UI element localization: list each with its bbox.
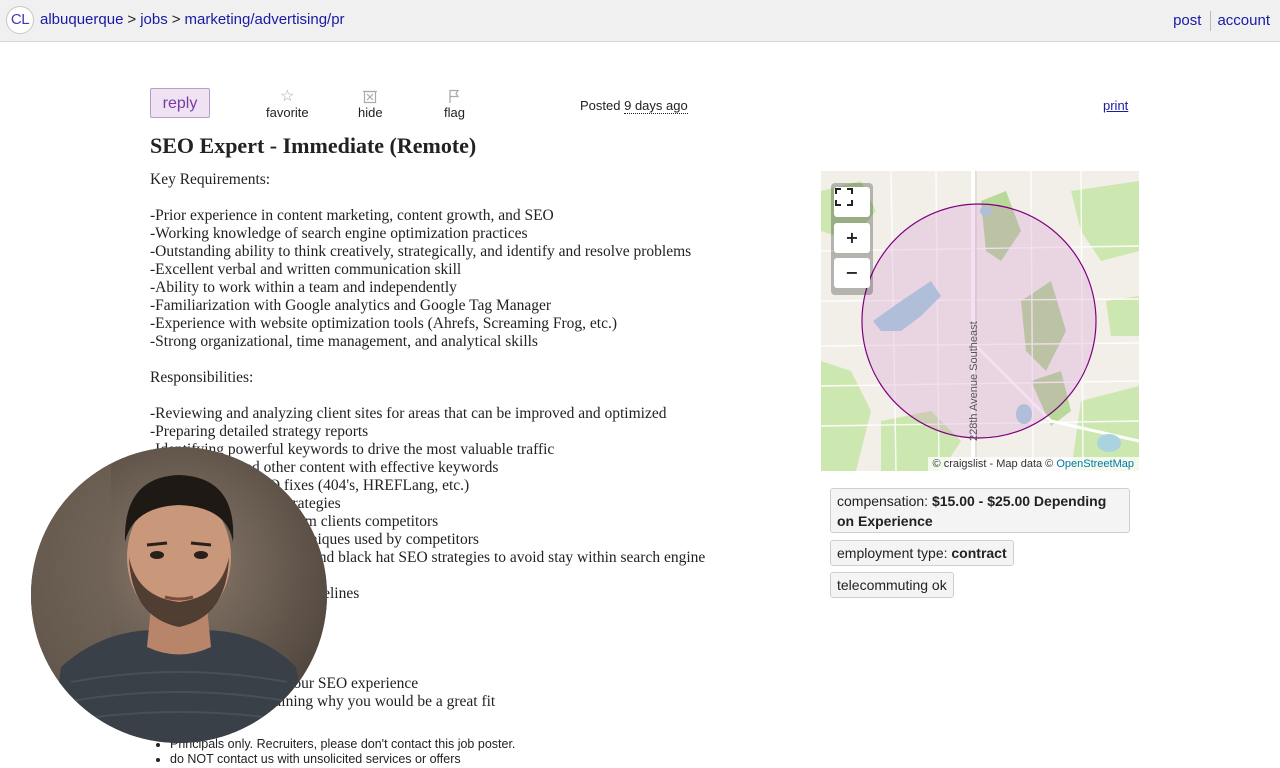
flag-label: flag	[444, 105, 465, 120]
compensation-value: $15.00 - $25.00 Depending	[931, 493, 1107, 509]
posting-title: SEO Expert - Immediate (Remote)	[150, 133, 477, 158]
employment-type-label: employment type:	[837, 545, 948, 561]
posting-body-line: -Identifying powerful keywords to drive …	[150, 441, 555, 458]
posted-date: Posted 9 days ago	[580, 98, 688, 114]
zoom-out-button[interactable]: −	[834, 258, 870, 288]
breadcrumb-separator: >	[171, 11, 181, 28]
craigslist-logo[interactable]: CL	[6, 6, 34, 34]
posting-body-line: -Ability to work within a team and indep…	[150, 279, 457, 296]
post-link[interactable]: post	[1173, 12, 1201, 29]
breadcrumb-category[interactable]: marketing/advertising/pr	[184, 11, 344, 28]
map-road-label: 228th Avenue Southeast	[968, 321, 980, 441]
breadcrumb-separator: >	[127, 11, 137, 28]
compensation-attribute: compensation: $15.00 - $25.00 Depending …	[830, 488, 1130, 533]
star-icon: ☆	[280, 88, 295, 105]
posting-body-line: -Working knowledge of search engine opti…	[150, 225, 528, 242]
posting-body-line: Responsibilities:	[150, 369, 254, 386]
posting-body-line: -Outstanding ability to think creatively…	[150, 243, 692, 260]
posting-body-line: -Preparing detailed strategy reports	[150, 423, 369, 440]
posting-notices: Principals only. Recruiters, please don'…	[150, 737, 515, 767]
telecommuting-attribute: telecommuting ok	[830, 572, 954, 598]
compensation-value-cont: on Experience	[837, 513, 933, 529]
breadcrumb-jobs[interactable]: jobs	[140, 11, 168, 28]
top-links: post account	[1173, 11, 1270, 31]
openstreetmap-link[interactable]: OpenStreetMap	[1056, 458, 1134, 470]
compensation-label: compensation:	[837, 493, 929, 509]
reply-button[interactable]: reply	[150, 88, 210, 118]
posting-body-line: Key Requirements:	[150, 171, 271, 188]
top-bar: CL albuquerque > jobs > marketing/advertisin…	[0, 0, 1280, 42]
hide-label: hide	[358, 105, 383, 120]
fullscreen-icon[interactable]	[834, 187, 870, 217]
hide-button[interactable]: hide	[358, 88, 383, 120]
map-controls: + −	[831, 183, 873, 295]
attribution-text: © craigslist - Map data ©	[932, 458, 1054, 470]
posting-body-line	[150, 387, 810, 405]
divider	[1210, 11, 1212, 31]
employment-type-value: contract	[951, 545, 1007, 561]
print-link[interactable]: print	[1103, 98, 1128, 113]
posting-body-line: -Prior experience in content marketing, …	[150, 207, 554, 224]
notice-item: do NOT contact us with unsolicited servi…	[170, 752, 515, 767]
breadcrumb-city[interactable]: albuquerque	[40, 11, 123, 28]
map-attribution: © craigslist - Map data © OpenStreetMap	[927, 457, 1139, 471]
posted-label: Posted	[580, 98, 621, 113]
favorite-button[interactable]: ☆ favorite	[266, 88, 309, 120]
posting-body-line: -Reviewing and analyzing client sites fo…	[150, 405, 667, 422]
posting-body-line	[150, 189, 810, 207]
posting-body-line: -Excellent verbal and written communicat…	[150, 261, 462, 278]
posting-body-line: -Familiarization with Google analytics a…	[150, 297, 552, 314]
favorite-label: favorite	[266, 105, 309, 120]
posting-body-line: -Experience with website optimization to…	[150, 315, 618, 332]
hide-icon	[358, 88, 383, 105]
posted-time: 9 days ago	[624, 98, 688, 114]
account-link[interactable]: account	[1217, 12, 1270, 29]
location-map[interactable]: 228th Avenue Southeast + − © craigslist …	[821, 171, 1139, 471]
zoom-in-button[interactable]: +	[834, 223, 870, 253]
flag-button[interactable]: flag	[444, 88, 465, 120]
breadcrumb: albuquerque > jobs > marketing/advertising/p…	[40, 11, 345, 28]
posting-body-line: -Strong organizational, time management,…	[150, 333, 538, 350]
employment-type-attribute: employment type: contract	[830, 540, 1014, 566]
webcam-overlay	[31, 447, 327, 743]
notice-item: Principals only. Recruiters, please don'…	[170, 737, 515, 752]
webcam-person-image	[31, 447, 327, 743]
flag-icon	[444, 88, 465, 105]
posting-body-line	[150, 351, 810, 369]
